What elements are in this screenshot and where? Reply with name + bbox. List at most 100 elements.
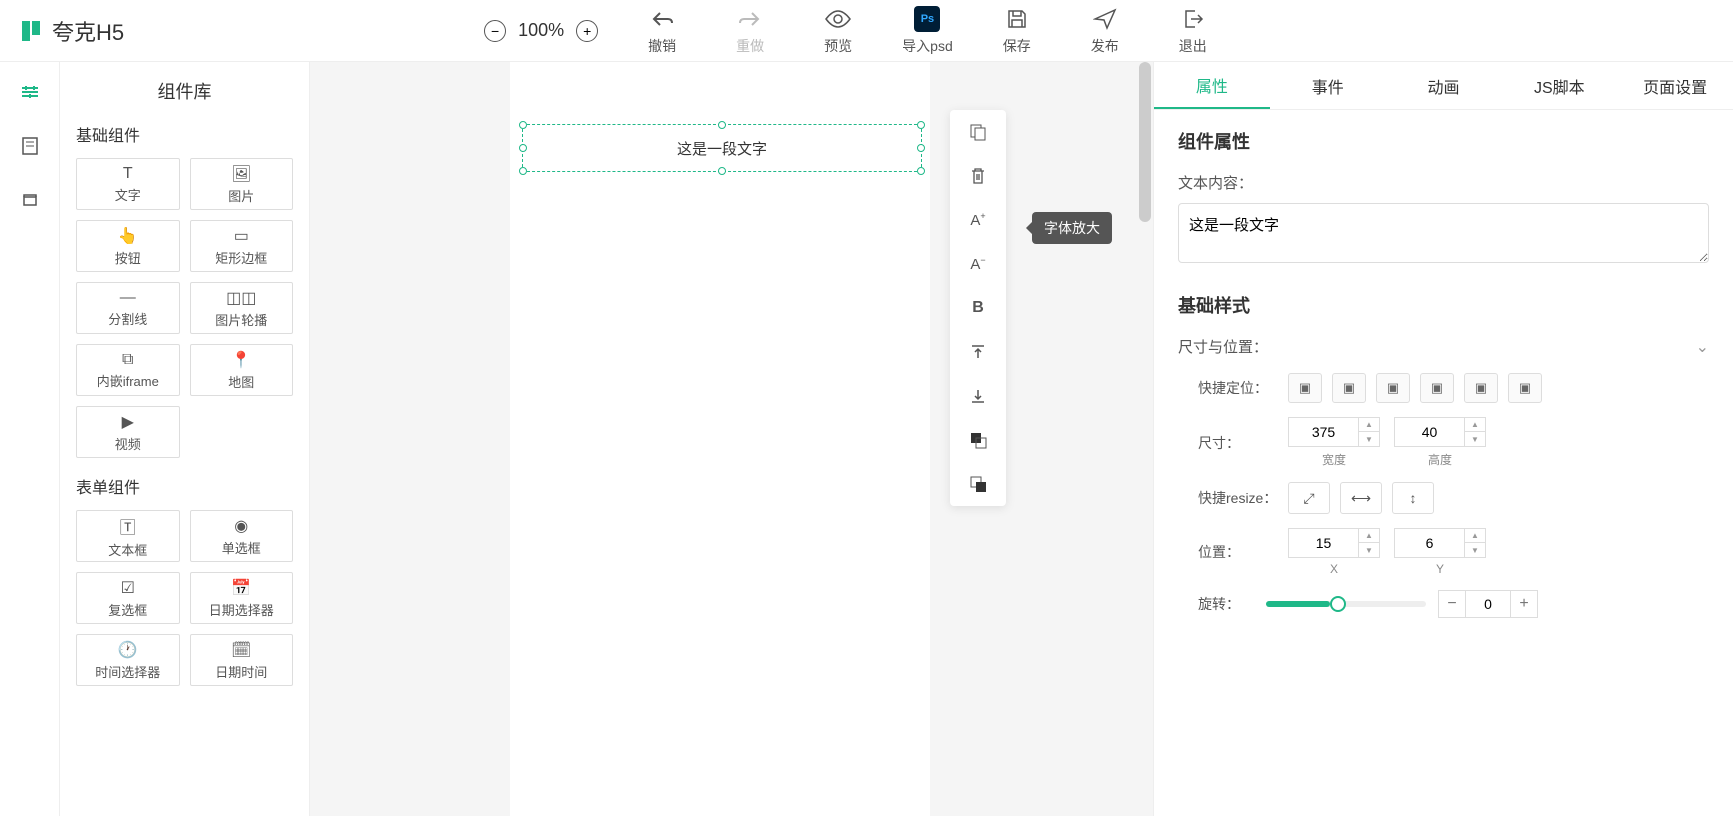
comp-carousel[interactable]: ◫◫图片轮播 bbox=[190, 282, 294, 334]
font-increase-button[interactable]: A+ bbox=[966, 208, 990, 232]
right-panel: 属性 事件 动画 JS脚本 页面设置 组件属性 文本内容： 基础样式 尺寸与位置… bbox=[1153, 62, 1733, 816]
align-hcenter-button[interactable]: ▣ bbox=[1332, 373, 1366, 403]
comp-text[interactable]: T文字 bbox=[76, 158, 180, 210]
comp-radio[interactable]: ◉单选框 bbox=[190, 510, 294, 562]
tab-events[interactable]: 事件 bbox=[1270, 62, 1386, 109]
floating-toolbar: A+ A− B bbox=[950, 110, 1006, 506]
comp-datepicker[interactable]: 📅日期选择器 bbox=[190, 572, 294, 624]
resize-height-button[interactable]: ↕ bbox=[1392, 482, 1434, 514]
basic-style-title: 基础样式 bbox=[1178, 292, 1709, 318]
resize-width-button[interactable]: ⟷ bbox=[1340, 482, 1382, 514]
rotate-inc-button[interactable]: + bbox=[1510, 590, 1538, 618]
align-top-button[interactable] bbox=[966, 340, 990, 364]
x-dec[interactable]: ▼ bbox=[1359, 543, 1379, 557]
rail-pages-icon[interactable] bbox=[18, 134, 42, 158]
resize-handle-br[interactable] bbox=[917, 167, 925, 175]
delete-button[interactable] bbox=[966, 164, 990, 188]
bring-front-button[interactable] bbox=[966, 428, 990, 452]
resize-handle-bm[interactable] bbox=[718, 167, 726, 175]
comp-button[interactable]: 👆按钮 bbox=[76, 220, 180, 272]
height-dec[interactable]: ▼ bbox=[1465, 432, 1485, 446]
comp-map[interactable]: 📍地图 bbox=[190, 344, 294, 396]
zoom-controls: − 100% + bbox=[484, 20, 598, 42]
redo-button[interactable]: 重做 bbox=[726, 6, 774, 56]
text-content-textarea[interactable] bbox=[1178, 203, 1709, 263]
comp-iframe[interactable]: ⧉内嵌iframe bbox=[76, 344, 180, 396]
font-decrease-button[interactable]: A− bbox=[966, 252, 990, 276]
resize-fullscreen-button[interactable]: ⤢ bbox=[1288, 482, 1330, 514]
width-input[interactable] bbox=[1288, 417, 1358, 447]
resize-handle-mr[interactable] bbox=[917, 144, 925, 152]
canvas-page[interactable]: 这是一段文字 bbox=[510, 62, 930, 816]
send-back-button[interactable] bbox=[966, 472, 990, 496]
app-logo: 夸克H5 bbox=[20, 15, 124, 47]
tab-page-settings[interactable]: 页面设置 bbox=[1617, 62, 1733, 109]
slider-thumb[interactable] bbox=[1330, 596, 1346, 612]
app-name: 夸克H5 bbox=[52, 15, 124, 47]
align-bottom-button[interactable] bbox=[966, 384, 990, 408]
comp-divider[interactable]: —分割线 bbox=[76, 282, 180, 334]
comp-datetime[interactable]: 🗓日期时间 bbox=[190, 634, 294, 686]
rotate-input[interactable] bbox=[1466, 590, 1510, 618]
y-input[interactable] bbox=[1394, 528, 1464, 558]
resize-handle-bl[interactable] bbox=[519, 167, 527, 175]
zoom-out-button[interactable]: − bbox=[484, 20, 506, 42]
x-input[interactable] bbox=[1288, 528, 1358, 558]
text-content-label: 文本内容： bbox=[1178, 172, 1709, 193]
comp-image[interactable]: 🖼图片 bbox=[190, 158, 294, 210]
resize-handle-tr[interactable] bbox=[917, 121, 925, 129]
exit-button[interactable]: 退出 bbox=[1169, 6, 1217, 56]
size-pos-section-header[interactable]: 尺寸与位置： ⌄ bbox=[1178, 336, 1709, 357]
map-icon: 📍 bbox=[231, 350, 251, 370]
comp-textbox[interactable]: 🅃文本框 bbox=[76, 510, 180, 562]
y-inc[interactable]: ▲ bbox=[1465, 529, 1485, 543]
selected-text-element[interactable]: 这是一段文字 bbox=[522, 124, 922, 172]
comp-timepicker[interactable]: 🕐时间选择器 bbox=[76, 634, 180, 686]
rotate-slider[interactable] bbox=[1266, 601, 1426, 607]
psd-icon: Ps bbox=[914, 6, 940, 32]
resize-handle-tm[interactable] bbox=[718, 121, 726, 129]
rail-components-icon[interactable] bbox=[18, 80, 42, 104]
align-bottom-btn[interactable]: ▣ bbox=[1508, 373, 1542, 403]
import-psd-button[interactable]: Ps 导入psd bbox=[902, 6, 953, 56]
align-top-btn[interactable]: ▣ bbox=[1420, 373, 1454, 403]
width-dec[interactable]: ▼ bbox=[1359, 432, 1379, 446]
canvas-scrollbar[interactable] bbox=[1139, 62, 1151, 222]
comp-rect[interactable]: ▭矩形边框 bbox=[190, 220, 294, 272]
text-element-content: 这是一段文字 bbox=[677, 138, 767, 159]
resize-handle-tl[interactable] bbox=[519, 121, 527, 129]
image-icon: 🖼 bbox=[231, 164, 251, 184]
align-left-button[interactable]: ▣ bbox=[1288, 373, 1322, 403]
zoom-in-button[interactable]: + bbox=[576, 20, 598, 42]
chevron-down-icon: ⌄ bbox=[1696, 337, 1709, 357]
height-inc[interactable]: ▲ bbox=[1465, 418, 1485, 432]
publish-button[interactable]: 发布 bbox=[1081, 6, 1129, 56]
comp-video[interactable]: ▶视频 bbox=[76, 406, 180, 458]
x-inc[interactable]: ▲ bbox=[1359, 529, 1379, 543]
rail-layer-icon[interactable] bbox=[18, 188, 42, 212]
width-inc[interactable]: ▲ bbox=[1359, 418, 1379, 432]
line-icon: — bbox=[120, 289, 136, 307]
y-dec[interactable]: ▼ bbox=[1465, 543, 1485, 557]
rotate-dec-button[interactable]: − bbox=[1438, 590, 1466, 618]
app-logo-icon bbox=[20, 19, 44, 43]
tab-attributes[interactable]: 属性 bbox=[1154, 62, 1270, 109]
send-icon bbox=[1092, 6, 1118, 32]
tab-script[interactable]: JS脚本 bbox=[1501, 62, 1617, 109]
canvas-area[interactable]: 这是一段文字 bbox=[310, 62, 1153, 816]
form-components-grid: 🅃文本框 ◉单选框 ☑复选框 📅日期选择器 🕐时间选择器 🗓日期时间 bbox=[76, 510, 293, 686]
comp-checkbox[interactable]: ☑复选框 bbox=[76, 572, 180, 624]
align-right-button[interactable]: ▣ bbox=[1376, 373, 1410, 403]
component-panel-title: 组件库 bbox=[76, 78, 293, 104]
textbox-icon: 🅃 bbox=[120, 514, 136, 538]
save-button[interactable]: 保存 bbox=[993, 6, 1041, 56]
copy-button[interactable] bbox=[966, 120, 990, 144]
align-vcenter-button[interactable]: ▣ bbox=[1464, 373, 1498, 403]
undo-button[interactable]: 撤销 bbox=[638, 6, 686, 56]
resize-handle-ml[interactable] bbox=[519, 144, 527, 152]
preview-button[interactable]: 预览 bbox=[814, 6, 862, 56]
height-input[interactable] bbox=[1394, 417, 1464, 447]
tab-animation[interactable]: 动画 bbox=[1386, 62, 1502, 109]
bold-button[interactable]: B bbox=[966, 296, 990, 320]
section-basic-title: 基础组件 bbox=[76, 122, 293, 146]
